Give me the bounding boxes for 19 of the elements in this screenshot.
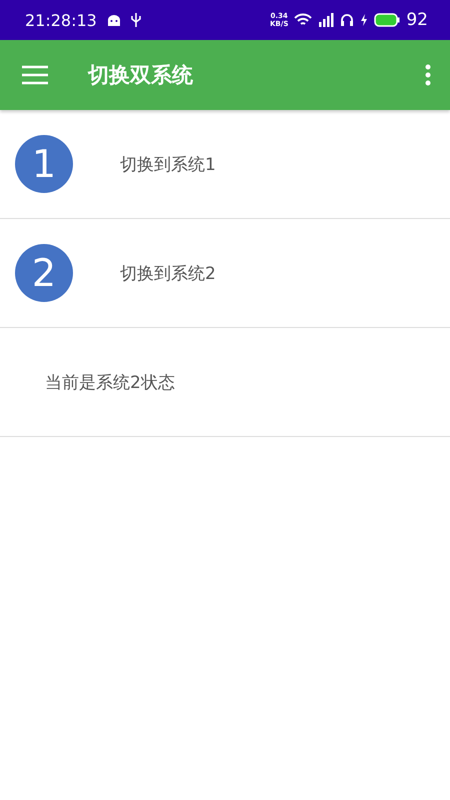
wifi-icon xyxy=(294,13,312,27)
app-title: 切换双系统 xyxy=(88,62,194,89)
charging-icon xyxy=(360,14,368,26)
signal-icon xyxy=(318,13,334,27)
usb-icon xyxy=(130,13,141,27)
number-badge: 1 xyxy=(15,135,73,193)
headphones-icon xyxy=(340,13,354,27)
number-badge: 2 xyxy=(15,244,73,302)
option-label: 切换到系统2 xyxy=(120,262,216,284)
status-text: 当前是系统2状态 xyxy=(45,372,175,394)
option-label: 切换到系统1 xyxy=(120,154,216,176)
clock: 21:28:13 xyxy=(25,10,97,30)
switch-option[interactable]: 1 切换到系统1 xyxy=(0,110,450,219)
battery-icon xyxy=(374,13,400,27)
more-icon[interactable] xyxy=(424,64,432,86)
android-icon xyxy=(106,14,121,26)
battery-level: 92 xyxy=(406,10,428,30)
menu-icon[interactable] xyxy=(22,65,48,85)
switch-option[interactable]: 2 切换到系统2 xyxy=(0,219,450,328)
